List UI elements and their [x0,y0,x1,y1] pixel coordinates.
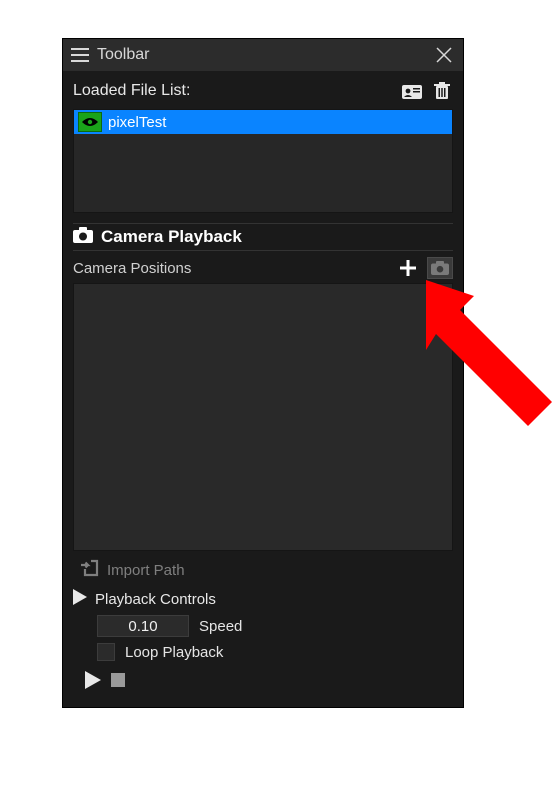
import-path-button[interactable]: Import Path [73,551,453,585]
file-list-label: Loaded File List: [73,82,393,100]
file-list-header: Loaded File List: [73,77,453,105]
play-button[interactable] [85,671,101,693]
trash-icon[interactable] [431,80,453,102]
camera-positions-list[interactable] [73,283,453,551]
toolbar-panel: Toolbar Loaded File List: pixelTest [62,38,464,708]
panel-title: Toolbar [97,46,425,64]
camera-icon [73,227,93,247]
loop-checkbox[interactable] [97,643,115,661]
loop-row: Loop Playback [73,639,453,665]
play-icon [73,589,87,609]
loop-label: Loop Playback [125,644,223,661]
stop-button[interactable] [111,673,125,691]
close-icon[interactable] [433,44,455,66]
speed-label: Speed [199,618,242,635]
speed-row: Speed [73,613,453,639]
snapshot-button[interactable] [427,257,453,279]
panel-body: Loaded File List: pixelTest Camera Playb… [63,71,463,707]
panel-header: Toolbar [63,39,463,71]
camera-playback-title: Camera Playback [101,227,242,247]
file-name: pixelTest [108,114,166,131]
camera-playback-header: Camera Playback [73,223,453,251]
file-list[interactable]: pixelTest [73,109,453,213]
import-icon [81,559,99,581]
add-position-button[interactable] [397,257,419,279]
eye-icon[interactable] [78,112,102,132]
speed-input[interactable] [97,615,189,637]
transport-controls [73,665,453,695]
menu-icon[interactable] [71,48,89,62]
playback-controls-label: Playback Controls [95,591,216,608]
file-list-item[interactable]: pixelTest [74,110,452,134]
import-path-label: Import Path [107,562,185,579]
playback-controls-header: Playback Controls [73,585,453,613]
camera-positions-header: Camera Positions [73,251,453,283]
id-card-icon[interactable] [401,80,423,102]
camera-positions-label: Camera Positions [73,260,389,277]
